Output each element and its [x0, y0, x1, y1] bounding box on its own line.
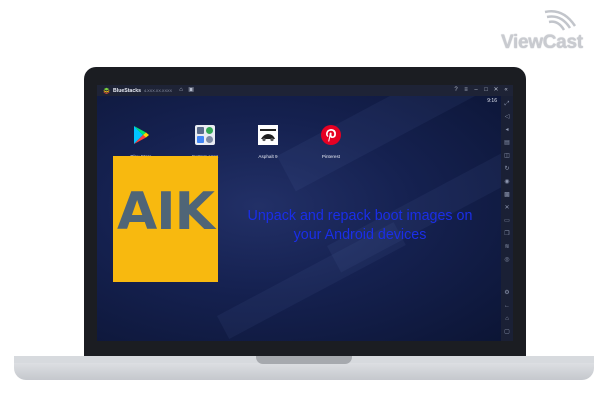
system-apps-icon: [195, 125, 215, 145]
android-home-icon[interactable]: ⌂: [501, 315, 513, 323]
shake-icon[interactable]: ✕: [501, 204, 513, 212]
home-icon[interactable]: ⌂: [176, 85, 186, 96]
aik-logo-text: AIK: [117, 182, 215, 242]
play-store-icon: [134, 126, 149, 144]
recent-apps-icon[interactable]: ▢: [501, 328, 513, 336]
app-asphalt-9[interactable]: Asphalt 9: [248, 125, 288, 159]
bluestacks-logo-icon: [103, 87, 110, 94]
help-icon[interactable]: ?: [451, 85, 461, 96]
volume-down-icon[interactable]: ◂: [501, 126, 513, 134]
maximize-icon[interactable]: □: [481, 85, 491, 96]
app-description: Unpack and repack boot images on your An…: [247, 208, 473, 243]
multi-instance-icon[interactable]: ▣: [186, 85, 196, 96]
app-label: Asphalt 9: [258, 154, 278, 159]
app-play-store[interactable]: Play Store: [121, 125, 161, 159]
minimize-icon[interactable]: –: [471, 85, 481, 96]
menu-icon[interactable]: ≡: [461, 85, 471, 96]
app-system-apps[interactable]: System apps: [185, 125, 225, 159]
viewcast-watermark: ViewCast: [501, 6, 597, 53]
eco-icon[interactable]: ◎: [501, 256, 513, 264]
record-icon[interactable]: ◉: [501, 178, 513, 186]
app-label: Pinterest: [321, 154, 341, 159]
collapse-sidebar-icon[interactable]: «: [501, 85, 511, 96]
screenshot-icon[interactable]: ◫: [501, 152, 513, 160]
settings-icon[interactable]: ⚙: [501, 289, 513, 297]
rotate-icon[interactable]: ↻: [501, 165, 513, 173]
aik-logo: AIK: [113, 156, 218, 282]
bluestacks-titlebar: BlueStacks 4.XXX.XX.XXXX ⌂ ▣ ? ≡ – □ ✕ «: [97, 85, 513, 96]
app-pinterest[interactable]: Pinterest: [311, 125, 351, 159]
volume-up-icon[interactable]: ◁: [501, 113, 513, 121]
bluestacks-sidebar: ⤢ ◁ ◂ ▤ ◫ ↻ ◉ ▩ ✕ ▭ ❐ ≋ ◎ ⚙ ← ⌂ ▢: [501, 96, 513, 341]
asphalt-9-icon: [258, 125, 278, 145]
camera-icon[interactable]: ▩: [501, 191, 513, 199]
folder-icon[interactable]: ▭: [501, 217, 513, 225]
keyboard-icon[interactable]: ▤: [501, 139, 513, 147]
layers-icon[interactable]: ≋: [501, 243, 513, 251]
app-version: 4.XXX.XX.XXXX: [143, 88, 173, 93]
pinterest-icon: [321, 125, 341, 145]
back-icon[interactable]: ←: [501, 302, 513, 310]
watermark-text: ViewCast: [501, 32, 583, 53]
close-icon[interactable]: ✕: [491, 85, 501, 96]
app-title: BlueStacks: [113, 87, 141, 94]
laptop-notch: [256, 356, 352, 364]
fullscreen-icon[interactable]: ⤢: [501, 100, 513, 108]
copy-icon[interactable]: ❐: [501, 230, 513, 238]
status-clock: 9:16: [487, 98, 497, 104]
